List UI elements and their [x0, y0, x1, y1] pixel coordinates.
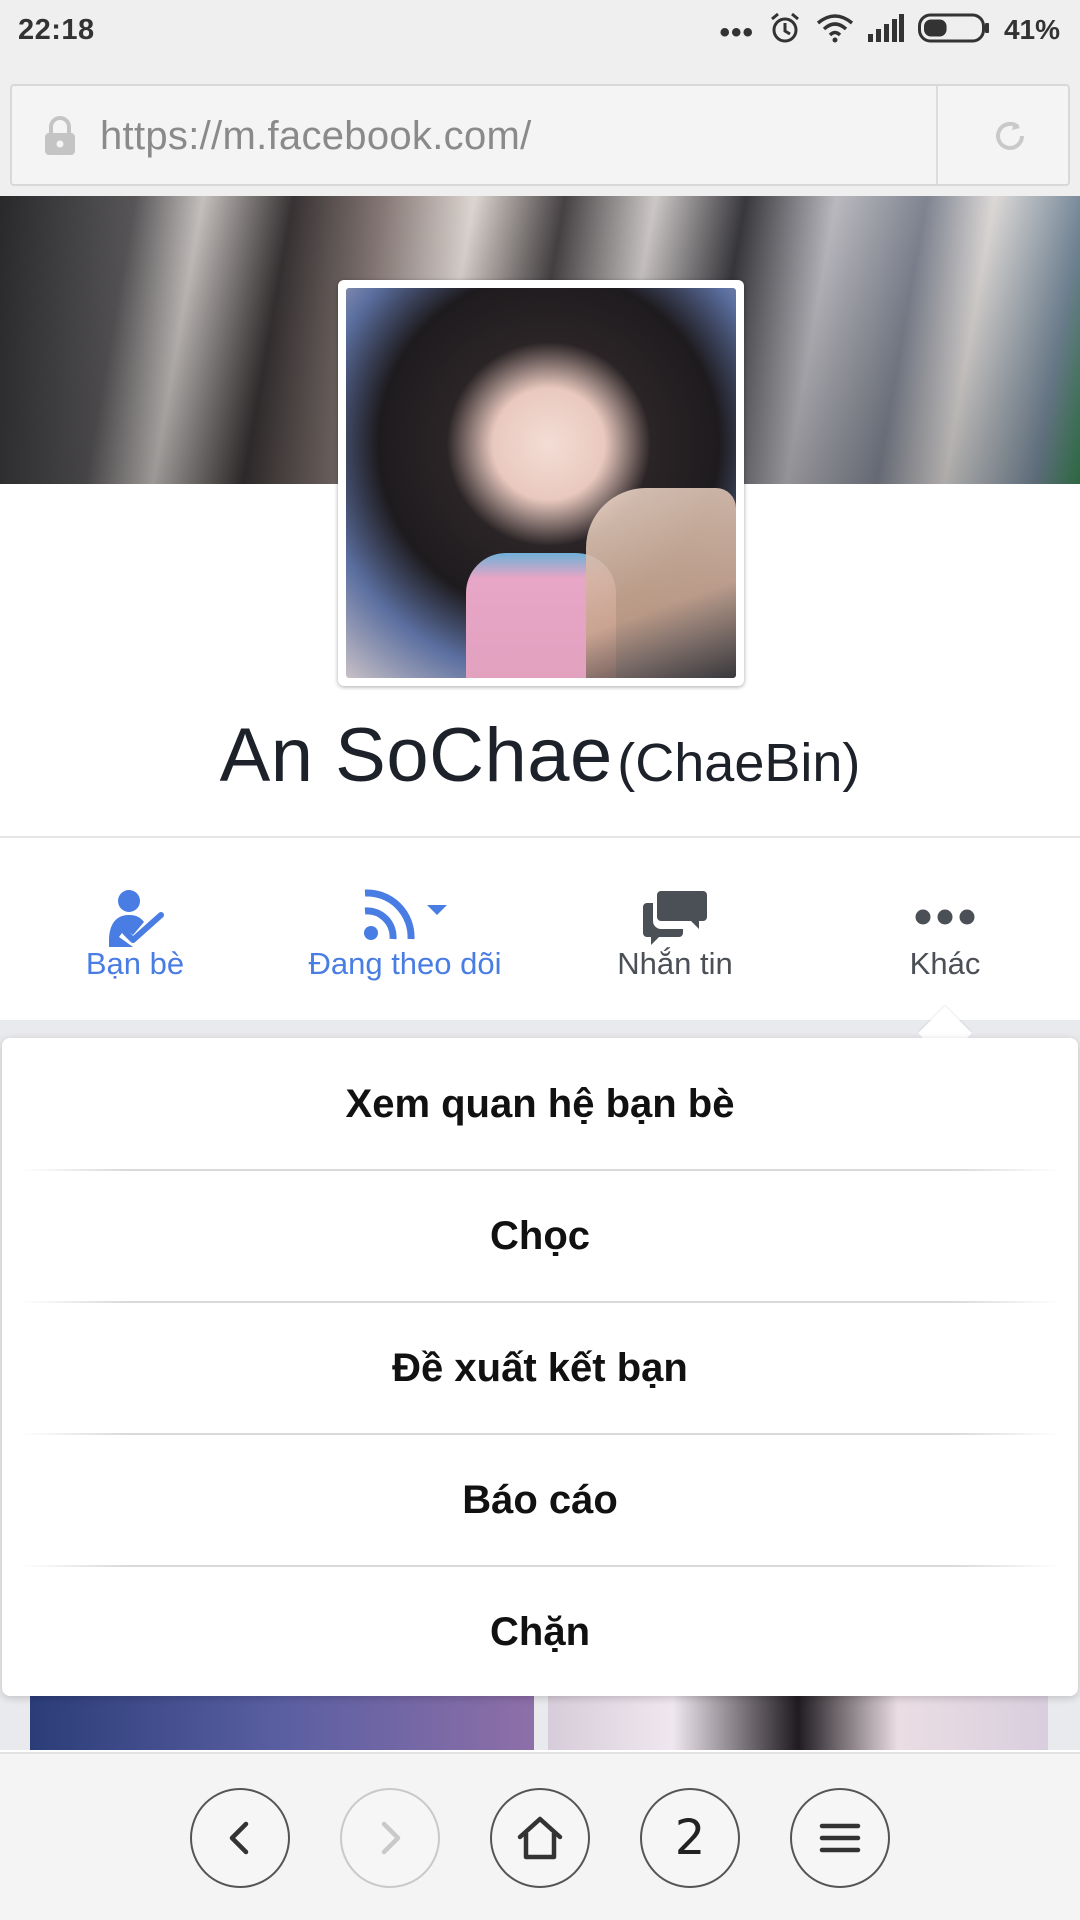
friends-button[interactable]: Bạn bè	[0, 838, 270, 1020]
friends-check-icon	[0, 882, 270, 952]
profile-name-main: An SoChae	[219, 713, 613, 798]
battery-percent: 41%	[1003, 14, 1060, 45]
tab-count: 2	[674, 1810, 706, 1866]
profile-actions: Bạn bè Đang theo dõi Nhắn tin Khác	[0, 838, 1080, 1020]
lock-icon	[42, 116, 78, 161]
menu-item-suggest-friends[interactable]: Đề xuất kết bạn	[2, 1302, 1078, 1434]
tabs-button[interactable]: 2	[640, 1788, 740, 1888]
menu-item-poke[interactable]: Chọc	[2, 1170, 1078, 1302]
battery-icon	[917, 13, 990, 48]
address-divider	[936, 86, 938, 184]
back-button[interactable]	[190, 1788, 290, 1888]
overflow-dots-icon: •••	[719, 16, 754, 49]
browser-bottom-bar: 2	[0, 1752, 1080, 1920]
menu-item-view-friendship[interactable]: Xem quan hệ bạn bè	[2, 1038, 1078, 1170]
more-options-menu: Xem quan hệ bạn bè Chọc Đề xuất kết bạn …	[2, 1038, 1078, 1696]
status-icons: ••• 41%	[719, 12, 1060, 48]
friends-label: Bạn bè	[85, 946, 185, 981]
profile-picture-frame[interactable]	[338, 280, 744, 686]
status-time: 22:18	[18, 14, 95, 46]
menu-item-report[interactable]: Báo cáo	[2, 1434, 1078, 1566]
hamburger-menu-icon	[819, 1823, 861, 1853]
home-button[interactable]	[490, 1788, 590, 1888]
message-bubbles-icon	[540, 882, 810, 952]
following-button[interactable]: Đang theo dõi	[270, 838, 540, 1020]
url-text[interactable]: https://m.facebook.com/	[100, 114, 532, 159]
forward-button[interactable]	[340, 1788, 440, 1888]
message-button[interactable]: Nhắn tin	[540, 838, 810, 1020]
wifi-icon	[816, 13, 854, 48]
profile-picture[interactable]	[346, 288, 736, 678]
menu-button[interactable]	[790, 1788, 890, 1888]
menu-item-block[interactable]: Chặn	[2, 1566, 1078, 1698]
chevron-right-icon	[381, 1821, 401, 1855]
address-bar[interactable]: https://m.facebook.com/	[10, 84, 1070, 186]
following-label: Đang theo dõi	[308, 946, 502, 981]
home-icon	[517, 1816, 563, 1860]
more-button[interactable]: Khác	[810, 838, 1080, 1020]
signal-icon	[867, 13, 904, 47]
more-dots-icon	[810, 882, 1080, 952]
status-bar: 22:18 ••• 41%	[0, 0, 1080, 62]
more-label: Khác	[909, 946, 981, 981]
reload-icon[interactable]	[992, 118, 1028, 159]
browser-toolbar: https://m.facebook.com/	[0, 62, 1080, 196]
chevron-left-icon	[229, 1821, 249, 1855]
message-label: Nhắn tin	[617, 946, 733, 981]
rss-follow-icon	[270, 882, 540, 952]
profile-alternate-name: (ChaeBin)	[617, 733, 861, 793]
profile-name: An SoChae (ChaeBin)	[0, 712, 1080, 799]
alarm-icon	[768, 11, 802, 50]
profile-picture-detail	[586, 488, 736, 678]
